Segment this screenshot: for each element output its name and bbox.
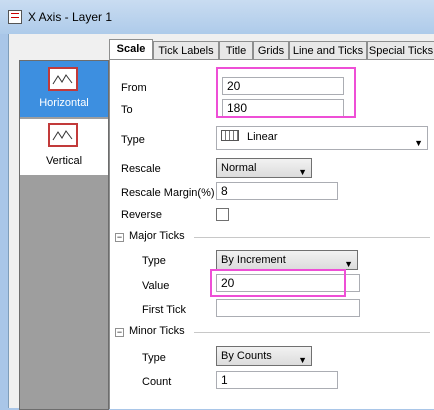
rescale-value: Normal bbox=[221, 162, 257, 174]
horizontal-axis-icon bbox=[48, 67, 78, 91]
minor-ticks-divider bbox=[194, 332, 430, 333]
window-title: X Axis - Layer 1 bbox=[28, 10, 113, 24]
scale-type-value: Linear bbox=[247, 131, 278, 143]
first-tick-label: First Tick bbox=[142, 304, 186, 316]
scale-type-select[interactable]: Linear ▼ bbox=[216, 126, 428, 150]
major-type-label: Type bbox=[142, 255, 166, 267]
linear-scale-icon bbox=[221, 130, 239, 141]
tab-line-and-ticks[interactable]: Line and Ticks bbox=[289, 41, 367, 59]
major-ticks-header: Major Ticks bbox=[129, 230, 185, 242]
chevron-down-icon: ▼ bbox=[414, 138, 423, 148]
dialog-client: Horizontal Vertical Scale Tick Labels Ti… bbox=[8, 34, 434, 410]
collapse-minor-ticks-icon[interactable]: − bbox=[115, 328, 124, 337]
nav-item-vertical[interactable]: Vertical bbox=[20, 119, 108, 175]
rescale-margin-label: Rescale Margin(%) bbox=[121, 187, 215, 199]
rescale-margin-input[interactable]: 8 bbox=[216, 182, 338, 200]
rescale-label: Rescale bbox=[121, 163, 161, 175]
major-type-select[interactable]: By Increment ▼ bbox=[216, 250, 358, 270]
reverse-label: Reverse bbox=[121, 209, 162, 221]
chevron-down-icon: ▼ bbox=[298, 355, 307, 365]
collapse-major-ticks-icon[interactable]: − bbox=[115, 233, 124, 242]
major-type-value: By Increment bbox=[221, 254, 286, 266]
to-label: To bbox=[121, 104, 133, 116]
nav-item-horizontal[interactable]: Horizontal bbox=[20, 61, 108, 117]
chevron-down-icon: ▼ bbox=[298, 167, 307, 177]
rescale-select[interactable]: Normal ▼ bbox=[216, 158, 312, 178]
from-label: From bbox=[121, 82, 147, 94]
scale-panel: From 20 To 180 Type Linear ▼ Rescale Nor… bbox=[109, 59, 434, 409]
minor-type-value: By Counts bbox=[221, 350, 272, 362]
tab-title[interactable]: Title bbox=[219, 41, 253, 59]
app-icon bbox=[8, 10, 22, 24]
tab-scale[interactable]: Scale bbox=[109, 39, 153, 60]
nav-label-vertical: Vertical bbox=[45, 155, 83, 167]
title-bar: X Axis - Layer 1 bbox=[0, 0, 434, 34]
vertical-axis-icon bbox=[48, 123, 78, 147]
nav-label-horizontal: Horizontal bbox=[39, 97, 89, 109]
minor-type-select[interactable]: By Counts ▼ bbox=[216, 346, 312, 366]
tab-tick-labels[interactable]: Tick Labels bbox=[153, 41, 219, 59]
count-label: Count bbox=[142, 376, 172, 388]
first-tick-input[interactable] bbox=[216, 299, 360, 317]
reverse-checkbox[interactable] bbox=[216, 208, 229, 221]
minor-type-label: Type bbox=[142, 352, 166, 364]
scale-type-label: Type bbox=[121, 134, 145, 146]
tab-grids[interactable]: Grids bbox=[253, 41, 289, 59]
tab-special-ticks[interactable]: Special Ticks bbox=[367, 41, 434, 59]
highlight-major-value bbox=[210, 269, 346, 297]
minor-ticks-header: Minor Ticks bbox=[129, 325, 185, 337]
count-input[interactable]: 1 bbox=[216, 371, 338, 389]
major-ticks-divider bbox=[194, 237, 430, 238]
major-value-label: Value bbox=[142, 280, 170, 292]
axis-nav: Horizontal Vertical bbox=[19, 60, 109, 410]
highlight-from-to bbox=[216, 67, 356, 118]
